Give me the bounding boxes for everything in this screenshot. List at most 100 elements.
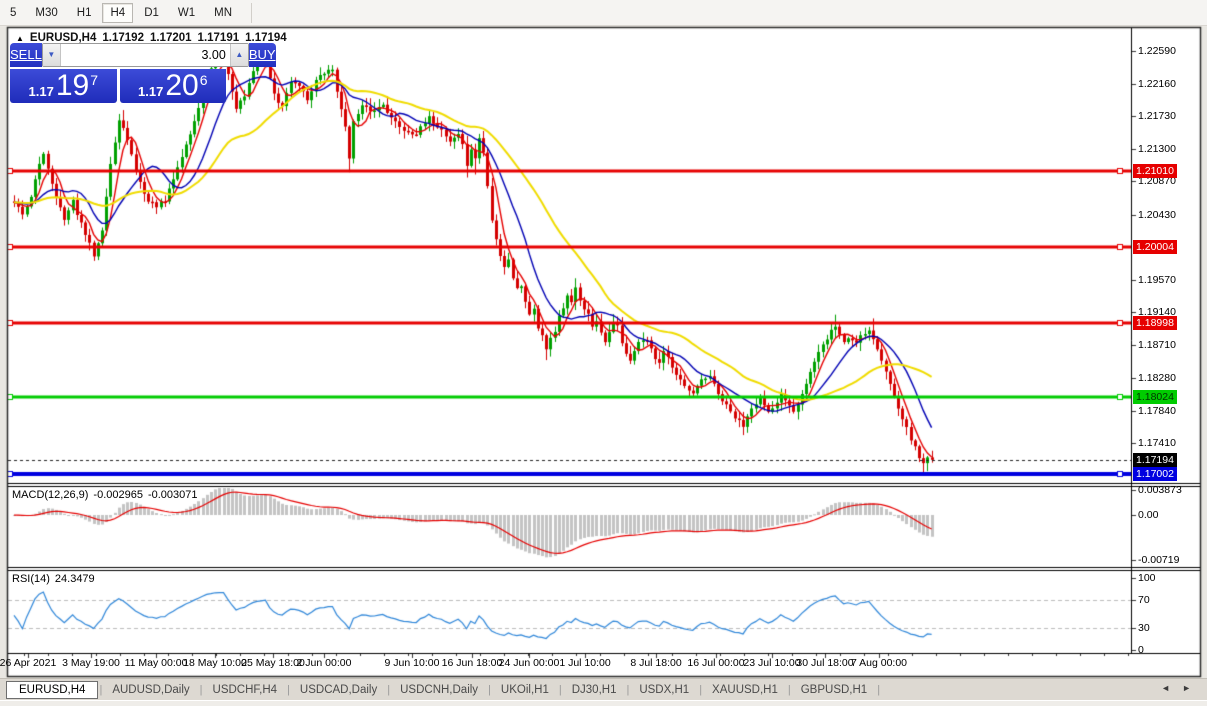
one-click-trading-panel: SELL ▼ ▲ BUY 1.17 19 7 1.17 20 6: [10, 43, 226, 103]
rsi-indicator-label: RSI(14) 24.3479: [12, 573, 95, 585]
sell-price-prefix: 1.17: [29, 84, 54, 99]
time-tick-label: 3 May 19:00: [62, 657, 120, 669]
time-tick-label: 23 Jul 10:00: [743, 657, 800, 669]
price-axis[interactable]: 1.225901.221601.217301.213001.208701.204…: [1131, 27, 1207, 654]
rsi-name: RSI(14): [12, 573, 50, 585]
time-tick-label: 16 Jun 18:00: [442, 657, 503, 669]
chart-tab-bar: EURUSD,H4|AUDUSD,Daily|USDCHF,H4|USDCAD,…: [0, 678, 1207, 700]
timeframe-button-h4[interactable]: H4: [102, 3, 133, 23]
price-line-label: 1.17194: [1133, 453, 1177, 467]
chart-tab-xauusd[interactable]: XAUUSD,H1: [703, 682, 787, 698]
macd-name: MACD(12,26,9): [12, 489, 88, 501]
time-axis[interactable]: 26 Apr 20213 May 19:0011 May 00:0018 May…: [7, 653, 1131, 675]
macd-tick-label: 0.00: [1138, 509, 1158, 521]
status-strip: [0, 700, 1207, 706]
sell-price-button[interactable]: 1.17 19 7: [10, 69, 117, 103]
price-line-label: 1.21010: [1133, 164, 1177, 178]
time-tick-label: 8 Jul 18:00: [630, 657, 681, 669]
time-tick-label: 1 Jul 10:00: [559, 657, 610, 669]
rsi-tick-label: 100: [1138, 572, 1156, 584]
buy-button[interactable]: BUY: [249, 43, 276, 67]
time-tick-label: 7 Aug 00:00: [851, 657, 907, 669]
price-tick-label: 1.20430: [1138, 209, 1176, 221]
tab-scroll-right-icon[interactable]: ►: [1182, 683, 1191, 693]
sell-button[interactable]: SELL: [10, 43, 42, 67]
price-tick-label: 1.19570: [1138, 274, 1176, 286]
chart-tab-usdx[interactable]: USDX,H1: [630, 682, 698, 698]
collapse-panel-icon[interactable]: ▲: [16, 34, 24, 43]
chart-tab-audusd[interactable]: AUDUSD,Daily: [103, 682, 198, 698]
mt4-terminal: 5M30H1H4D1W1MN ▲ EURUSD,H4 1.17192 1.172…: [0, 0, 1207, 706]
tab-separator: |: [387, 684, 390, 696]
tab-separator: |: [788, 684, 791, 696]
price-line-label: 1.18024: [1133, 390, 1177, 404]
price-tick-label: 1.21730: [1138, 110, 1176, 122]
sell-price-main: 19: [56, 71, 89, 101]
time-tick-label: 26 Apr 2021: [0, 657, 56, 669]
chart-tab-ukoil[interactable]: UKOil,H1: [492, 682, 558, 698]
chart-tab-gbpusd[interactable]: GBPUSD,H1: [792, 682, 876, 698]
chart-tabs: EURUSD,H4|AUDUSD,Daily|USDCHF,H4|USDCAD,…: [6, 681, 881, 699]
timeframe-button-h1[interactable]: H1: [69, 3, 100, 23]
rsi-tick-label: 0: [1138, 644, 1144, 656]
macd-tick-label: 0.003873: [1138, 484, 1182, 496]
timeframe-button-mn[interactable]: MN: [206, 3, 240, 23]
tab-separator: |: [699, 684, 702, 696]
buy-price-pip: 6: [200, 72, 208, 88]
tab-separator: |: [877, 684, 880, 696]
time-tick-label: 16 Jul 00:00: [687, 657, 744, 669]
rsi-tick-label: 70: [1138, 594, 1150, 606]
time-tick-label: 25 May 18:00: [241, 657, 305, 669]
sell-price-pip: 7: [90, 72, 98, 88]
macd-value-1: -0.002965: [93, 489, 143, 501]
chart-tab-eurusd[interactable]: EURUSD,H4: [6, 681, 98, 699]
price-line-label: 1.20004: [1133, 240, 1177, 254]
time-tick-label: 11 May 00:00: [125, 657, 188, 669]
volume-increase-button[interactable]: ▲: [230, 44, 248, 66]
tab-separator: |: [287, 684, 290, 696]
macd-value-2: -0.003071: [148, 489, 198, 501]
buy-price-button[interactable]: 1.17 20 6: [120, 69, 227, 103]
macd-indicator-label: MACD(12,26,9) -0.002965 -0.003071: [12, 489, 198, 501]
price-tick-label: 1.17840: [1138, 405, 1176, 417]
toolbar-separator: [251, 3, 252, 23]
time-tick-label: 2 Jun 00:00: [297, 657, 352, 669]
chart-tab-usdcad[interactable]: USDCAD,Daily: [291, 682, 386, 698]
timeframe-button-w1[interactable]: W1: [170, 3, 203, 23]
volume-input[interactable]: [61, 44, 230, 66]
time-tick-label: 9 Jun 10:00: [385, 657, 440, 669]
tab-separator: |: [99, 684, 102, 696]
time-tick-label: 30 Jul 18:00: [796, 657, 853, 669]
rsi-value: 24.3479: [55, 573, 95, 585]
price-tick-label: 1.18710: [1138, 339, 1176, 351]
tab-separator: |: [559, 684, 562, 696]
tab-scroll-arrows: ◄ ►: [1161, 683, 1191, 693]
price-line-label: 1.18998: [1133, 316, 1177, 330]
tab-scroll-left-icon[interactable]: ◄: [1161, 683, 1170, 693]
buy-price-main: 20: [165, 71, 198, 101]
chart-tab-usdchf[interactable]: USDCHF,H4: [204, 682, 287, 698]
chart-tab-usdcnh[interactable]: USDCNH,Daily: [391, 682, 487, 698]
tab-separator: |: [488, 684, 491, 696]
price-line-label: 1.17002: [1133, 467, 1177, 481]
timeframe-button-m30[interactable]: M30: [27, 3, 65, 23]
time-tick-label: 18 May 10:00: [183, 657, 247, 669]
tab-separator: |: [200, 684, 203, 696]
buy-price-prefix: 1.17: [138, 84, 163, 99]
volume-decrease-button[interactable]: ▼: [43, 44, 61, 66]
chart-tab-dj30[interactable]: DJ30,H1: [563, 682, 626, 698]
tab-separator: |: [626, 684, 629, 696]
timeframe-button-5[interactable]: 5: [2, 3, 24, 23]
volume-spinner: ▼ ▲: [42, 43, 249, 67]
chart-canvas[interactable]: [0, 0, 1207, 706]
price-tick-label: 1.18280: [1138, 372, 1176, 384]
rsi-tick-label: 30: [1138, 622, 1150, 634]
macd-tick-label: -0.00719: [1138, 554, 1179, 566]
timeframe-toolbar: 5M30H1H4D1W1MN: [0, 0, 1207, 26]
price-tick-label: 1.22590: [1138, 45, 1176, 57]
price-tick-label: 1.22160: [1138, 78, 1176, 90]
price-tick-label: 1.21300: [1138, 143, 1176, 155]
price-tick-label: 1.17410: [1138, 437, 1176, 449]
timeframe-button-d1[interactable]: D1: [136, 3, 167, 23]
time-tick-label: 24 Jun 00:00: [499, 657, 560, 669]
